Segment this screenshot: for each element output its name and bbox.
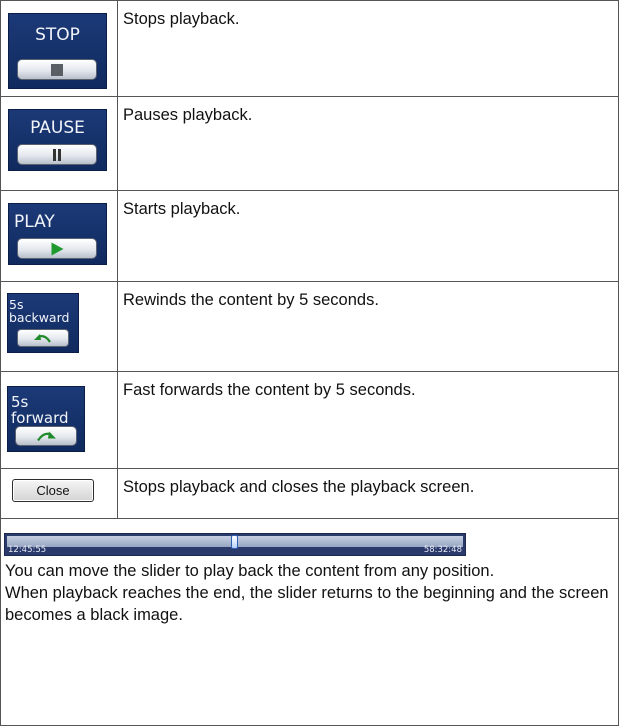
- backward-button[interactable]: [17, 329, 69, 347]
- stop-panel: STOP: [8, 13, 107, 89]
- play-description: Starts playback.: [117, 190, 619, 282]
- slider-text-line1: You can move the slider to play back the…: [5, 562, 495, 580]
- icon-cell: 5s forward: [0, 371, 118, 469]
- end-time: 58:32:48: [423, 545, 462, 555]
- play-panel: PLAY: [8, 203, 107, 265]
- forward-button[interactable]: [15, 426, 77, 446]
- slider-explanation: You can move the slider to play back the…: [1, 556, 618, 626]
- forward-panel: 5s forward: [7, 386, 85, 452]
- icon-cell: 5s backward: [0, 281, 118, 372]
- icon-cell: PLAY: [0, 190, 118, 282]
- forward-label: 5s forward: [7, 394, 85, 426]
- table-row-pause: PAUSE Pauses playback.: [0, 96, 619, 191]
- backward-description: Rewinds the content by 5 seconds.: [117, 281, 619, 372]
- start-time: 12:45:55: [8, 545, 47, 555]
- pause-panel: PAUSE: [8, 109, 107, 171]
- playback-controls-table: STOP Stops playback. PAUSE Pauses playba…: [0, 0, 619, 726]
- rewind-arrow-icon: [34, 334, 51, 343]
- stop-button[interactable]: [17, 59, 97, 80]
- pause-bars-icon: [53, 148, 61, 161]
- stop-square-icon: [51, 63, 63, 76]
- pause-label: PAUSE: [30, 118, 85, 138]
- icon-cell: Close: [0, 468, 118, 519]
- forward-label-line2: forward: [11, 409, 69, 427]
- backward-label-line2: backward: [9, 310, 70, 325]
- close-button[interactable]: Close: [12, 479, 94, 502]
- play-label: PLAY: [14, 212, 55, 232]
- icon-cell: STOP: [0, 0, 118, 97]
- playback-slider[interactable]: 12:45:55 58:32:48: [4, 533, 466, 556]
- forward-description: Fast forwards the content by 5 seconds.: [117, 371, 619, 469]
- forward-label-line1: 5s: [11, 393, 29, 411]
- play-button[interactable]: [17, 238, 97, 259]
- slider-cell: 12:45:55 58:32:48 You can move the slide…: [0, 518, 619, 726]
- slider-text-line2: When playback reaches the end, the slide…: [5, 584, 609, 624]
- pause-description: Pauses playback.: [117, 96, 619, 191]
- stop-description: Stops playback.: [117, 0, 619, 97]
- forward-arrow-icon: [37, 431, 56, 442]
- table-row-slider: 12:45:55 58:32:48 You can move the slide…: [0, 518, 619, 726]
- icon-cell: PAUSE: [0, 96, 118, 191]
- backward-panel: 5s backward: [7, 293, 79, 353]
- table-row-close: Close Stops playback and closes the play…: [0, 468, 619, 519]
- pause-button[interactable]: [17, 144, 97, 165]
- stop-label: STOP: [35, 25, 80, 45]
- table-row-5s-backward: 5s backward Rewinds the content by 5 sec…: [0, 281, 619, 372]
- table-row-stop: STOP Stops playback.: [0, 0, 619, 97]
- play-triangle-icon: [51, 242, 64, 255]
- slider-thumb[interactable]: [230, 535, 238, 549]
- backward-label: 5s backward: [7, 298, 79, 324]
- close-description: Stops playback and closes the playback s…: [117, 468, 619, 519]
- table-row-play: PLAY Starts playback.: [0, 190, 619, 282]
- table-row-5s-forward: 5s forward Fast forwards the content by …: [0, 371, 619, 469]
